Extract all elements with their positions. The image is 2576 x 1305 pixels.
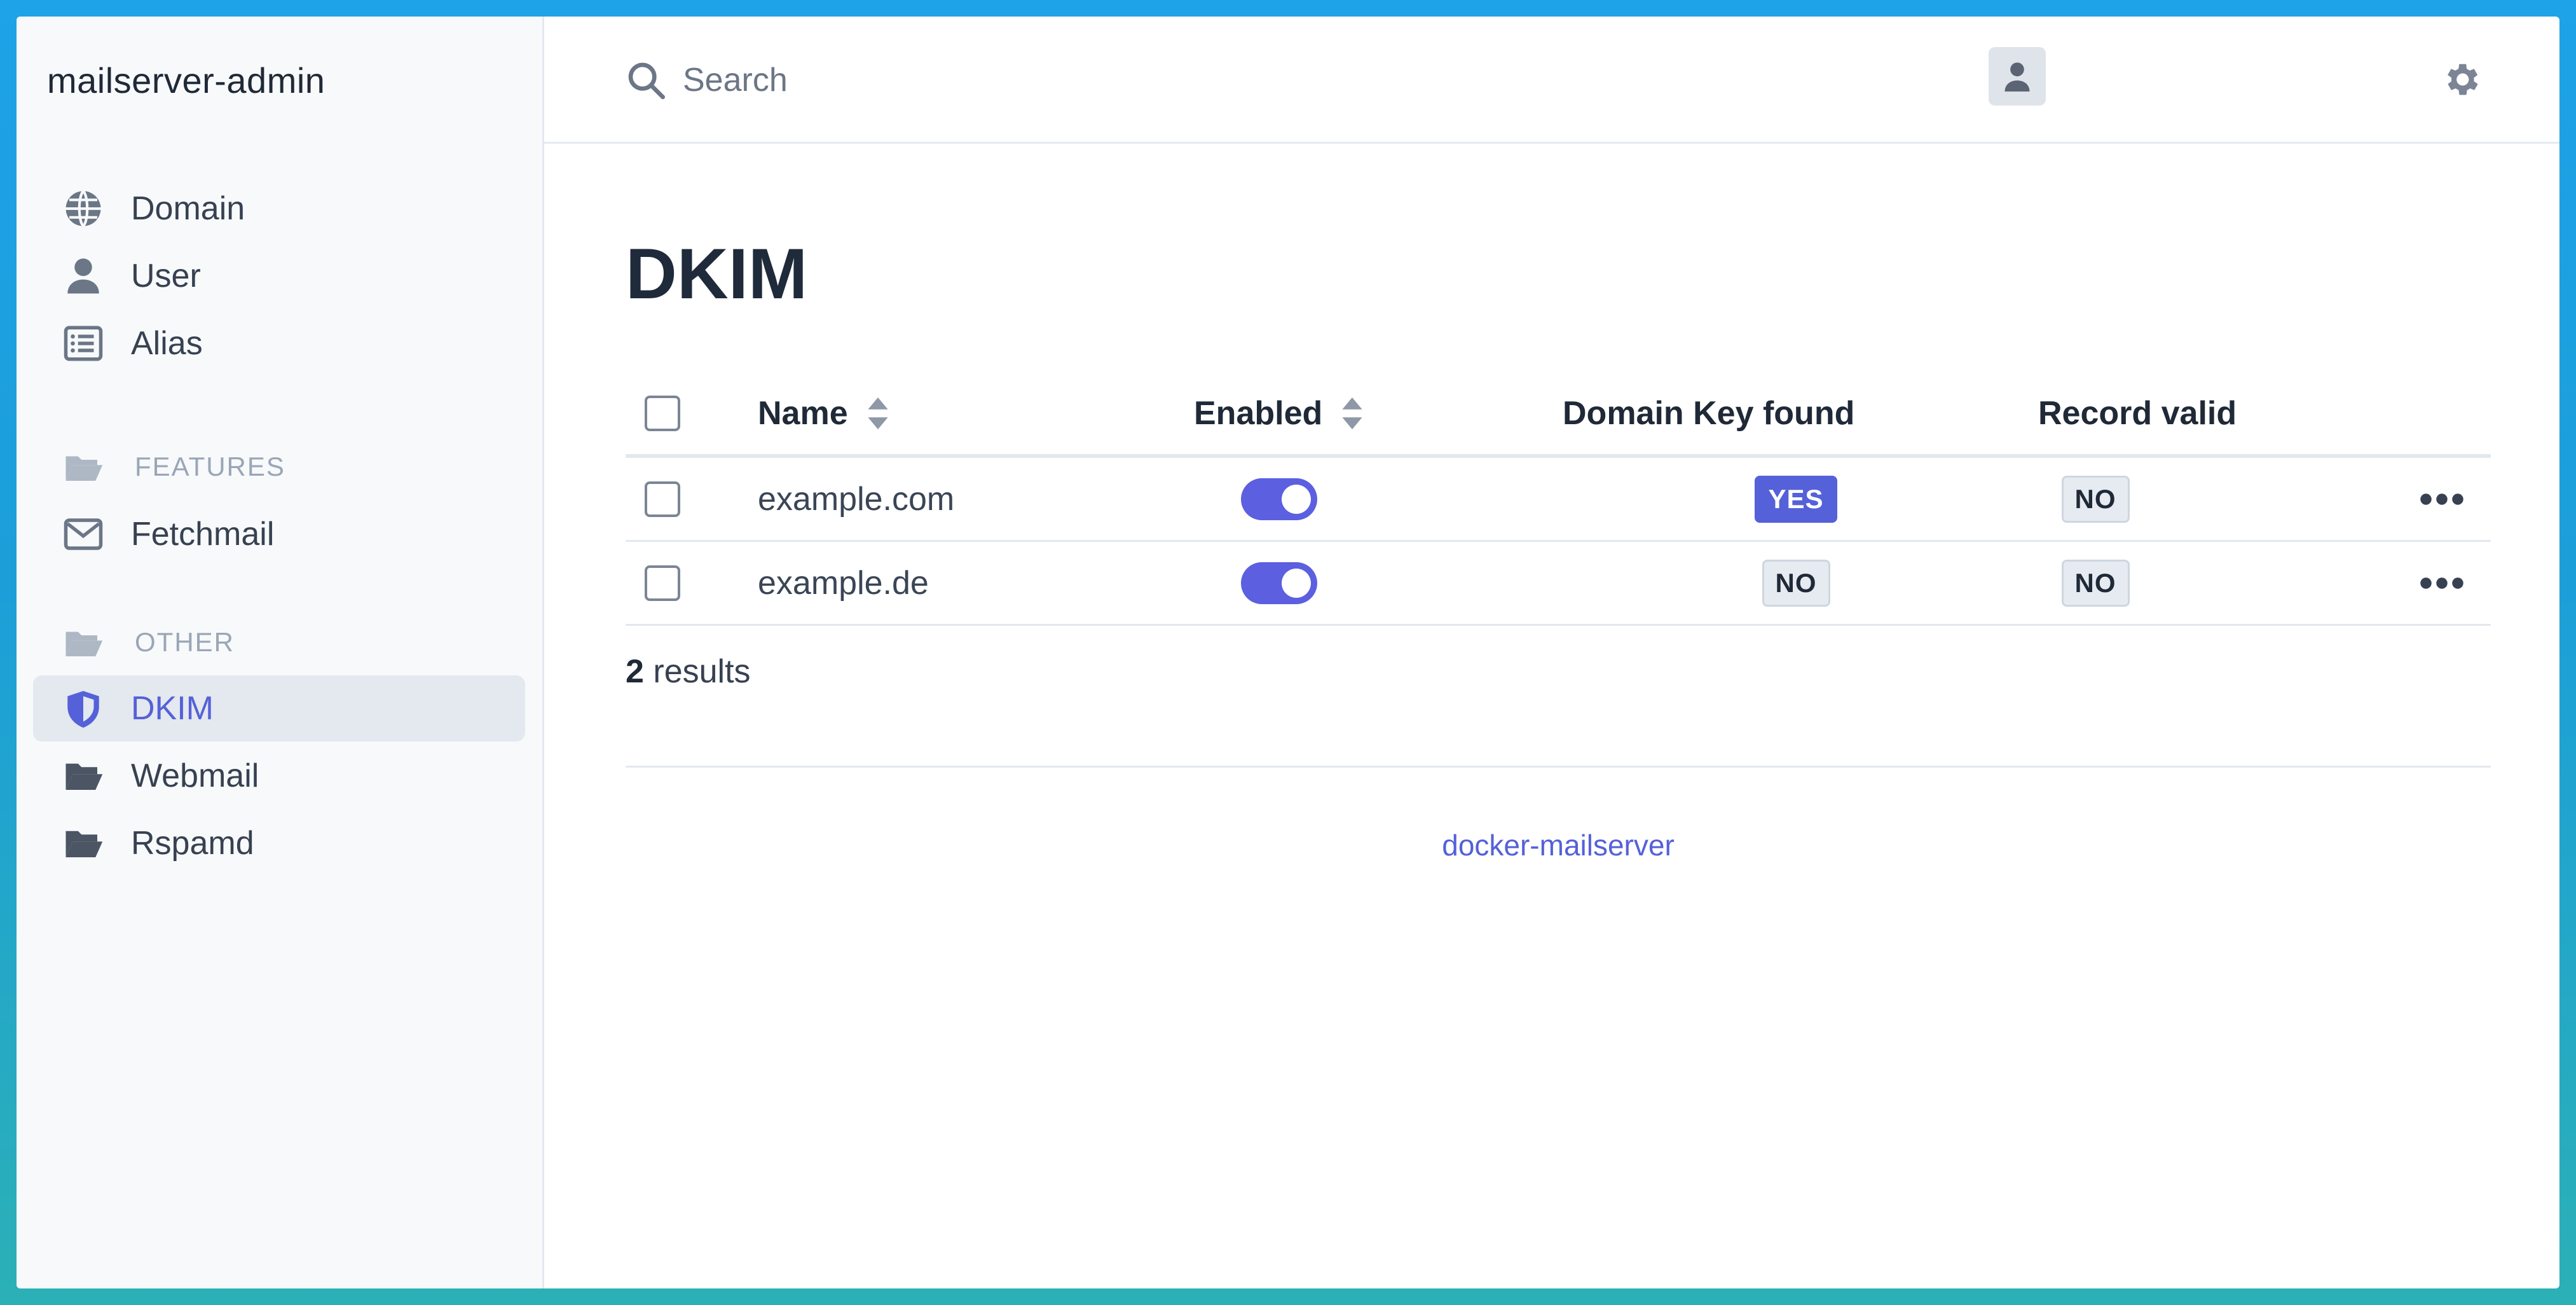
divider [626, 766, 2491, 768]
status-badge: NO [2061, 559, 2130, 607]
shield-icon [61, 686, 106, 731]
sidebar-item-label: DKIM [131, 690, 214, 727]
domain-name-cell: example.de [758, 542, 929, 624]
column-label: Enabled [1194, 395, 1323, 432]
record-valid-cell: NO [2038, 542, 2153, 624]
list-icon [61, 321, 106, 366]
column-header-enabled[interactable]: Enabled [1194, 373, 1363, 454]
sidebar-item-domain[interactable]: Domain [33, 176, 525, 242]
results-label: results [653, 653, 751, 690]
status-badge: YES [1755, 475, 1837, 523]
enabled-cell [1241, 542, 1317, 624]
sidebar-item-label: Webmail [131, 757, 259, 794]
results-count: 2 results [626, 652, 751, 691]
dkim-table: Name Enabled Domain Key found Record val… [626, 373, 2491, 626]
sidebar-item-fetchmail[interactable]: Fetchmail [33, 501, 525, 567]
search-icon [628, 62, 665, 99]
sidebar-item-label: Alias [131, 325, 203, 362]
more-actions-icon[interactable] [2420, 577, 2464, 590]
column-label: Name [758, 395, 848, 432]
table-row[interactable]: example.de NO NO [626, 542, 2491, 626]
user-icon [2004, 62, 2030, 92]
row-actions-cell [2420, 542, 2464, 624]
folder-open-icon [61, 754, 106, 798]
section-label: FEATURES [135, 452, 285, 481]
sort-icon[interactable] [1341, 397, 1363, 429]
select-all-checkbox[interactable] [645, 396, 680, 431]
record-valid-cell: NO [2038, 458, 2153, 540]
table-row[interactable]: example.com YES NO [626, 458, 2491, 542]
search-input[interactable] [683, 55, 1255, 106]
page-title: DKIM [626, 234, 808, 314]
top-bar [544, 17, 2559, 144]
row-checkbox[interactable] [645, 481, 680, 517]
user-icon [61, 254, 106, 298]
status-badge: NO [2061, 475, 2130, 523]
domain-name[interactable]: example.de [758, 564, 929, 602]
sidebar-item-label: User [131, 258, 201, 294]
sidebar-item-webmail[interactable]: Webmail [33, 743, 525, 809]
sidebar-item-dkim[interactable]: DKIM [33, 675, 525, 742]
results-number: 2 [626, 653, 644, 690]
row-actions-cell [2420, 458, 2464, 540]
status-badge: NO [1762, 559, 1830, 607]
globe-icon [61, 186, 106, 231]
section-label: OTHER [135, 627, 235, 657]
domain-name-cell: example.com [758, 458, 954, 540]
select-all-cell [645, 373, 680, 454]
column-header-name[interactable]: Name [758, 373, 889, 454]
main-content: DKIM Name Enabled Domain Key found [544, 17, 2559, 1288]
row-select-cell [645, 458, 680, 540]
sidebar-item-alias[interactable]: Alias [33, 310, 525, 376]
footer-link[interactable]: docker-mailserver [544, 828, 2559, 862]
app-window: mailserver-admin Domain User Alias FEATU… [17, 17, 2559, 1288]
enabled-toggle[interactable] [1241, 562, 1317, 604]
column-label: Record valid [2038, 395, 2237, 432]
avatar[interactable] [1989, 47, 2046, 106]
enabled-cell [1241, 458, 1317, 540]
domain-key-cell: NO [1575, 542, 2017, 624]
more-actions-icon[interactable] [2420, 493, 2464, 506]
column-header-domain-key-found: Domain Key found [1563, 373, 1854, 454]
row-select-cell [645, 542, 680, 624]
sidebar-section-other: OTHER [33, 609, 525, 675]
domain-name[interactable]: example.com [758, 480, 954, 518]
table-header: Name Enabled Domain Key found Record val… [626, 373, 2491, 458]
envelope-icon [61, 512, 106, 556]
domain-key-cell: YES [1575, 458, 2017, 540]
sidebar-section-features: FEATURES [33, 434, 525, 500]
folder-open-icon [61, 821, 106, 866]
column-header-record-valid: Record valid [2038, 373, 2237, 454]
sidebar-item-label: Rspamd [131, 825, 254, 862]
sidebar-item-label: Domain [131, 190, 245, 227]
gear-icon[interactable] [2440, 59, 2482, 100]
sidebar-item-rspamd[interactable]: Rspamd [33, 810, 525, 876]
sidebar-item-label: Fetchmail [131, 516, 275, 553]
row-checkbox[interactable] [645, 565, 680, 601]
sort-icon[interactable] [867, 397, 889, 429]
folder-open-icon [61, 445, 106, 489]
column-label: Domain Key found [1563, 395, 1855, 432]
app-title[interactable]: mailserver-admin [47, 60, 325, 101]
sidebar-item-user[interactable]: User [33, 243, 525, 309]
enabled-toggle[interactable] [1241, 478, 1317, 520]
sidebar: mailserver-admin Domain User Alias FEATU… [17, 17, 544, 1288]
folder-open-icon [61, 620, 106, 665]
